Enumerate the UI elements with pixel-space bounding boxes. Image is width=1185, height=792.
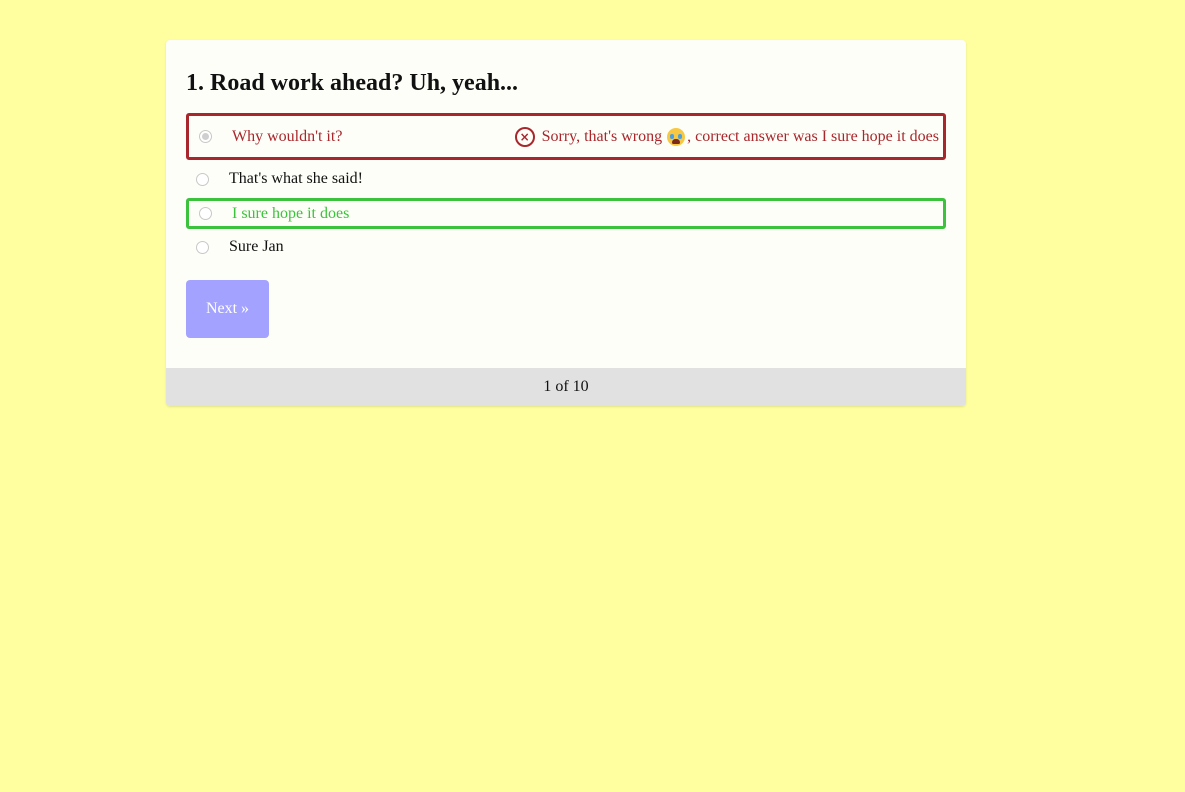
radio-button[interactable] [196,172,209,186]
radio-button[interactable] [199,130,212,143]
answer-option[interactable]: That's what she said! [186,167,946,191]
progress-indicator: 1 of 10 [543,378,589,395]
crying-face-icon [667,127,686,146]
radio-button[interactable] [199,207,212,220]
next-button[interactable]: Next » [186,280,269,338]
answer-label: Why wouldn't it? [232,127,343,145]
answer-label: Sure Jan [229,238,284,255]
radio-button[interactable] [196,240,209,254]
question-title: 1. Road work ahead? Uh, yeah... [186,70,519,96]
feedback-suffix: , correct answer was I sure hope it does [687,127,939,145]
answer-option[interactable]: Sure Jan [186,235,946,259]
quiz-card: 1. Road work ahead? Uh, yeah... Why woul… [166,40,966,406]
answer-option-wrong[interactable]: Why wouldn't it? × Sorry, that's wrong ,… [186,113,946,160]
answer-option-correct[interactable]: I sure hope it does [186,198,946,229]
quiz-body: 1. Road work ahead? Uh, yeah... Why woul… [166,40,966,368]
close-circle-icon: × [514,126,535,147]
progress-footer: 1 of 10 [166,368,966,406]
feedback-prefix: Sorry, that's wrong [541,127,663,145]
answer-label: I sure hope it does [232,204,350,222]
answer-label: That's what she said! [229,170,363,187]
wrong-answer-feedback: × Sorry, that's wrong , correct answer w… [514,126,939,147]
